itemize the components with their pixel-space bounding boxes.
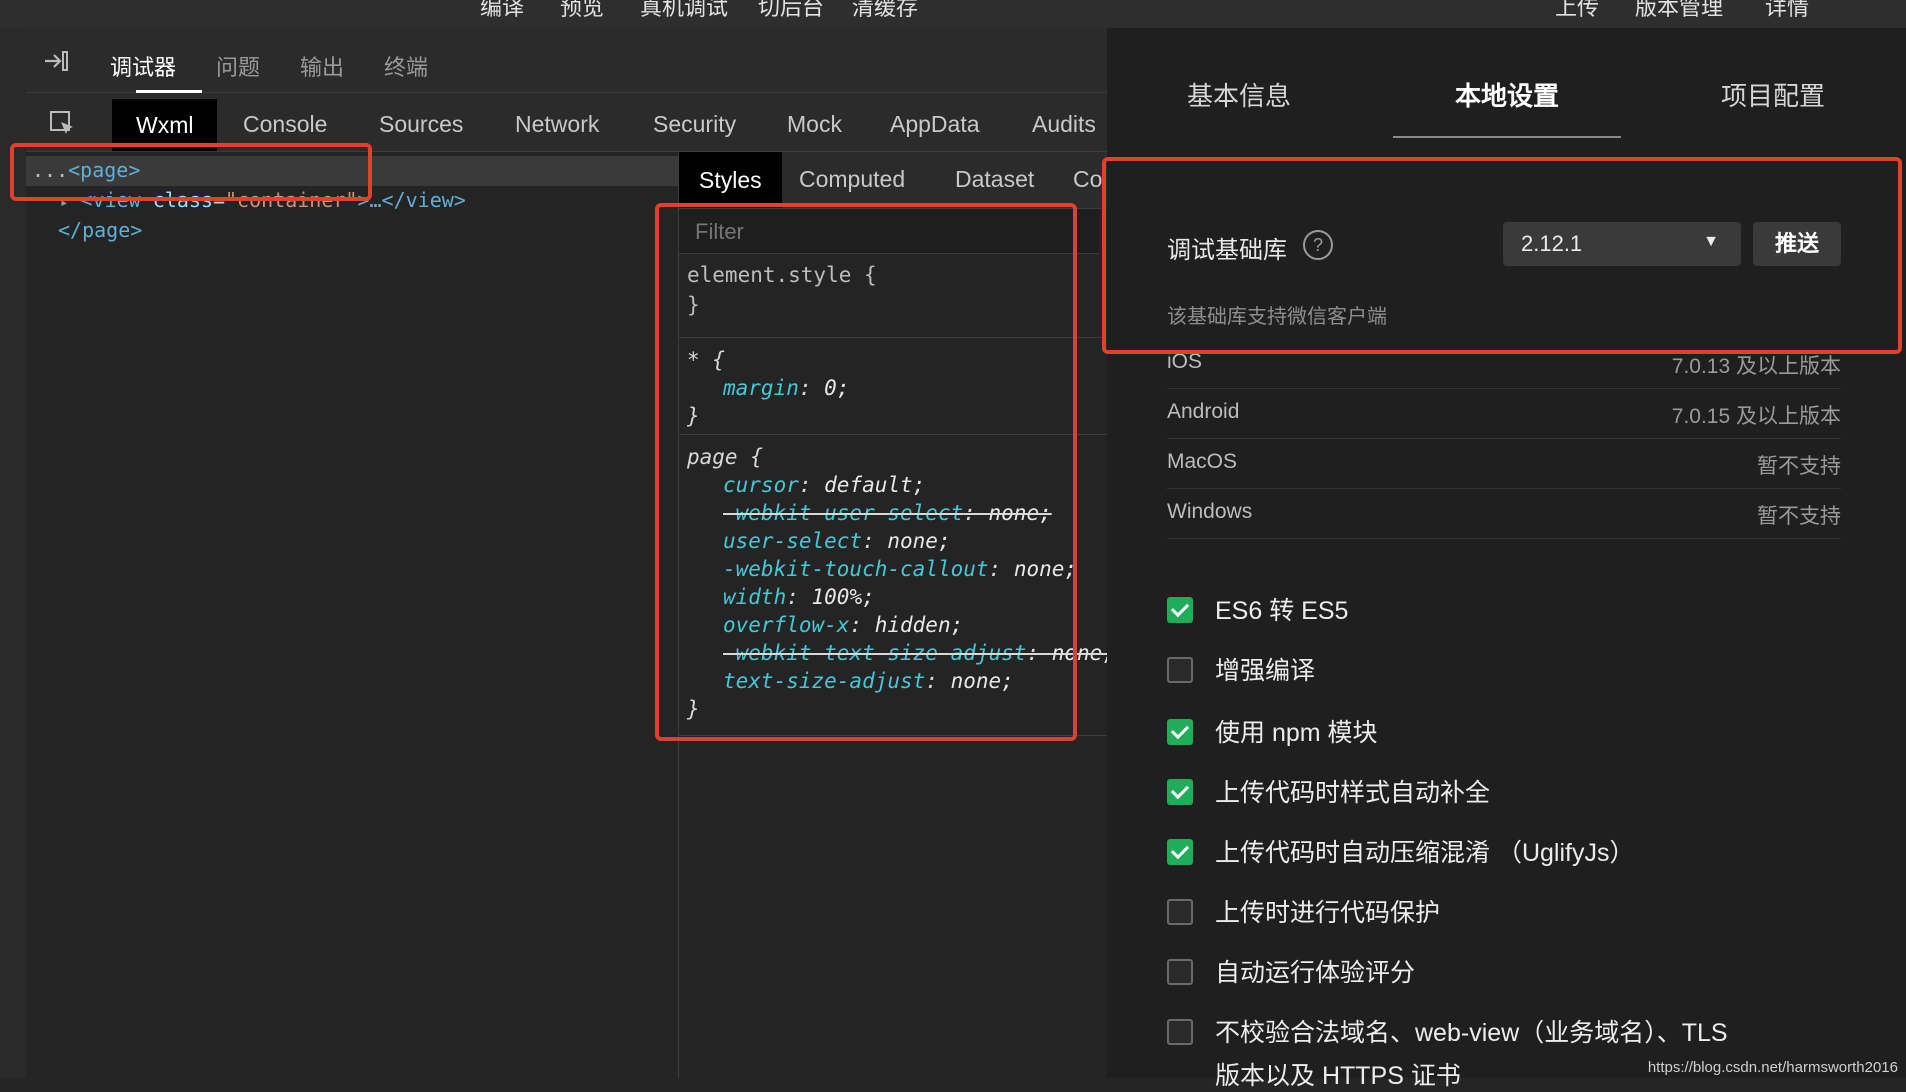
os-version: 7.0.13 及以上版本 xyxy=(1671,355,1841,378)
option-label-continuation: 版本以及 HTTPS 证书 xyxy=(1215,1062,1461,1090)
tab-basic-info[interactable]: 基本信息 xyxy=(1187,76,1291,113)
tab-issues[interactable]: 问题 xyxy=(216,50,260,82)
tab-output[interactable]: 输出 xyxy=(300,50,344,82)
highlight-box-styles xyxy=(655,203,1077,741)
option-label: 不校验合法域名、web-view（业务域名）、TLS xyxy=(1215,1019,1728,1047)
os-version: 7.0.15 及以上版本 xyxy=(1671,405,1841,428)
tab-console[interactable]: Console xyxy=(243,111,327,138)
checkbox-unchecked[interactable] xyxy=(1167,1019,1193,1045)
styles-tab-bar: Styles Computed Dataset Co xyxy=(679,152,1107,209)
checkbox-checked[interactable] xyxy=(1167,719,1193,745)
highlight-box-page-node xyxy=(10,143,372,201)
option-label: ES6 转 ES5 xyxy=(1215,597,1349,625)
option-label: 上传时进行代码保护 xyxy=(1215,899,1441,927)
checkbox-unchecked[interactable] xyxy=(1167,657,1193,683)
upload-button[interactable]: 上传 xyxy=(1555,0,1599,22)
tab-debugger[interactable]: 调试器 xyxy=(110,50,176,82)
tab-project-config[interactable]: 项目配置 xyxy=(1721,76,1825,113)
real-device-debug-button[interactable]: 真机调试 xyxy=(640,0,728,22)
tab-computed[interactable]: Computed xyxy=(799,166,905,193)
option-label: 增强编译 xyxy=(1215,657,1316,685)
tab-security[interactable]: Security xyxy=(653,111,736,138)
preview-button[interactable]: 预览 xyxy=(560,0,604,22)
debugger-tab-bar: 调试器 问题 输出 终端 xyxy=(26,28,1107,93)
checkbox-unchecked[interactable] xyxy=(1167,899,1193,925)
clear-cache-button[interactable]: 清缓存 xyxy=(852,0,918,22)
watermark-url: https://blog.csdn.net/harmsworth2016 xyxy=(1647,1059,1898,1076)
checkbox-unchecked[interactable] xyxy=(1167,959,1193,985)
checkbox-checked[interactable] xyxy=(1167,839,1193,865)
tab-terminal[interactable]: 终端 xyxy=(384,50,428,82)
tree-node-page-close[interactable]: </page> xyxy=(58,218,142,242)
os-name: Windows xyxy=(1167,500,1253,523)
wxml-tree: ...<page> ▸ <view class="container">…</v… xyxy=(26,152,679,1078)
os-version: 暂不支持 xyxy=(1757,455,1841,478)
version-management-button[interactable]: 版本管理 xyxy=(1635,0,1723,22)
tab-dataset[interactable]: Dataset xyxy=(955,166,1034,193)
compile-button[interactable]: 编译 xyxy=(480,0,524,22)
tag-page-close: </page> xyxy=(58,218,143,242)
switch-background-button[interactable]: 切后台 xyxy=(758,0,824,22)
tab-audits[interactable]: Audits xyxy=(1032,111,1096,138)
os-name: MacOS xyxy=(1167,450,1238,473)
checkbox-checked[interactable] xyxy=(1167,597,1193,623)
tab-overflow[interactable]: Co xyxy=(1073,166,1102,193)
tab-sources[interactable]: Sources xyxy=(379,111,463,138)
active-tab-underline xyxy=(1393,136,1621,138)
tab-appdata[interactable]: AppData xyxy=(890,111,980,138)
os-support-row: MacOS 暂不支持 xyxy=(1167,438,1841,489)
details-button[interactable]: 详情 xyxy=(1765,0,1809,22)
os-support-row: Android 7.0.15 及以上版本 xyxy=(1167,388,1841,439)
option-label: 上传代码时样式自动补全 xyxy=(1215,779,1491,807)
tab-local-settings[interactable]: 本地设置 xyxy=(1455,76,1559,113)
os-version: 暂不支持 xyxy=(1757,505,1841,528)
highlight-box-base-library xyxy=(1102,157,1902,354)
os-support-row: Windows 暂不支持 xyxy=(1167,488,1841,539)
element-picker-icon[interactable] xyxy=(48,109,78,144)
checkbox-checked[interactable] xyxy=(1167,779,1193,805)
option-label: 自动运行体验评分 xyxy=(1215,959,1416,987)
tab-styles[interactable]: Styles xyxy=(679,152,782,208)
os-name: Android xyxy=(1167,400,1240,423)
tag-view-close: >…</view> xyxy=(357,188,466,212)
tab-mock[interactable]: Mock xyxy=(787,111,842,138)
top-toolbar: 编译 预览 真机调试 切后台 清缓存 上传 版本管理 详情 xyxy=(0,0,1906,28)
option-label: 使用 npm 模块 xyxy=(1215,719,1378,747)
option-label: 上传代码时自动压缩混淆 （UglifyJs） xyxy=(1215,839,1635,867)
collapse-panel-icon[interactable] xyxy=(42,46,72,81)
tab-network[interactable]: Network xyxy=(515,111,599,138)
